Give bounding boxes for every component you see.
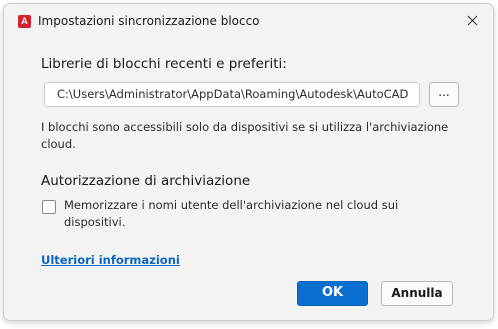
dialog-window: A Impostazioni sincronizzazione blocco L… xyxy=(3,3,494,321)
close-icon xyxy=(467,15,477,26)
store-usernames-checkbox[interactable] xyxy=(42,200,56,214)
cloud-info-text: I blocchi sono accessibili solo da dispo… xyxy=(41,120,449,151)
more-info-link[interactable]: Ulteriori informazioni xyxy=(41,253,180,267)
store-usernames-label[interactable]: Memorizzare i nomi utente dell'archiviaz… xyxy=(64,197,424,231)
close-button[interactable] xyxy=(451,4,493,37)
libraries-heading: Librerie di blocchi recenti e preferiti: xyxy=(41,56,287,72)
cancel-button[interactable]: Annulla xyxy=(381,281,453,306)
title-bar: A Impostazioni sincronizzazione blocco xyxy=(4,4,493,38)
dialog-title: Impostazioni sincronizzazione blocco xyxy=(38,14,260,28)
storage-heading: Autorizzazione di archiviazione xyxy=(41,173,251,189)
autocad-app-icon: A xyxy=(18,15,31,28)
library-path-field[interactable]: C:\Users\Administrator\AppData\Roaming\A… xyxy=(44,82,420,107)
browse-button[interactable]: ... xyxy=(429,82,459,107)
ok-button[interactable]: OK xyxy=(297,281,368,306)
